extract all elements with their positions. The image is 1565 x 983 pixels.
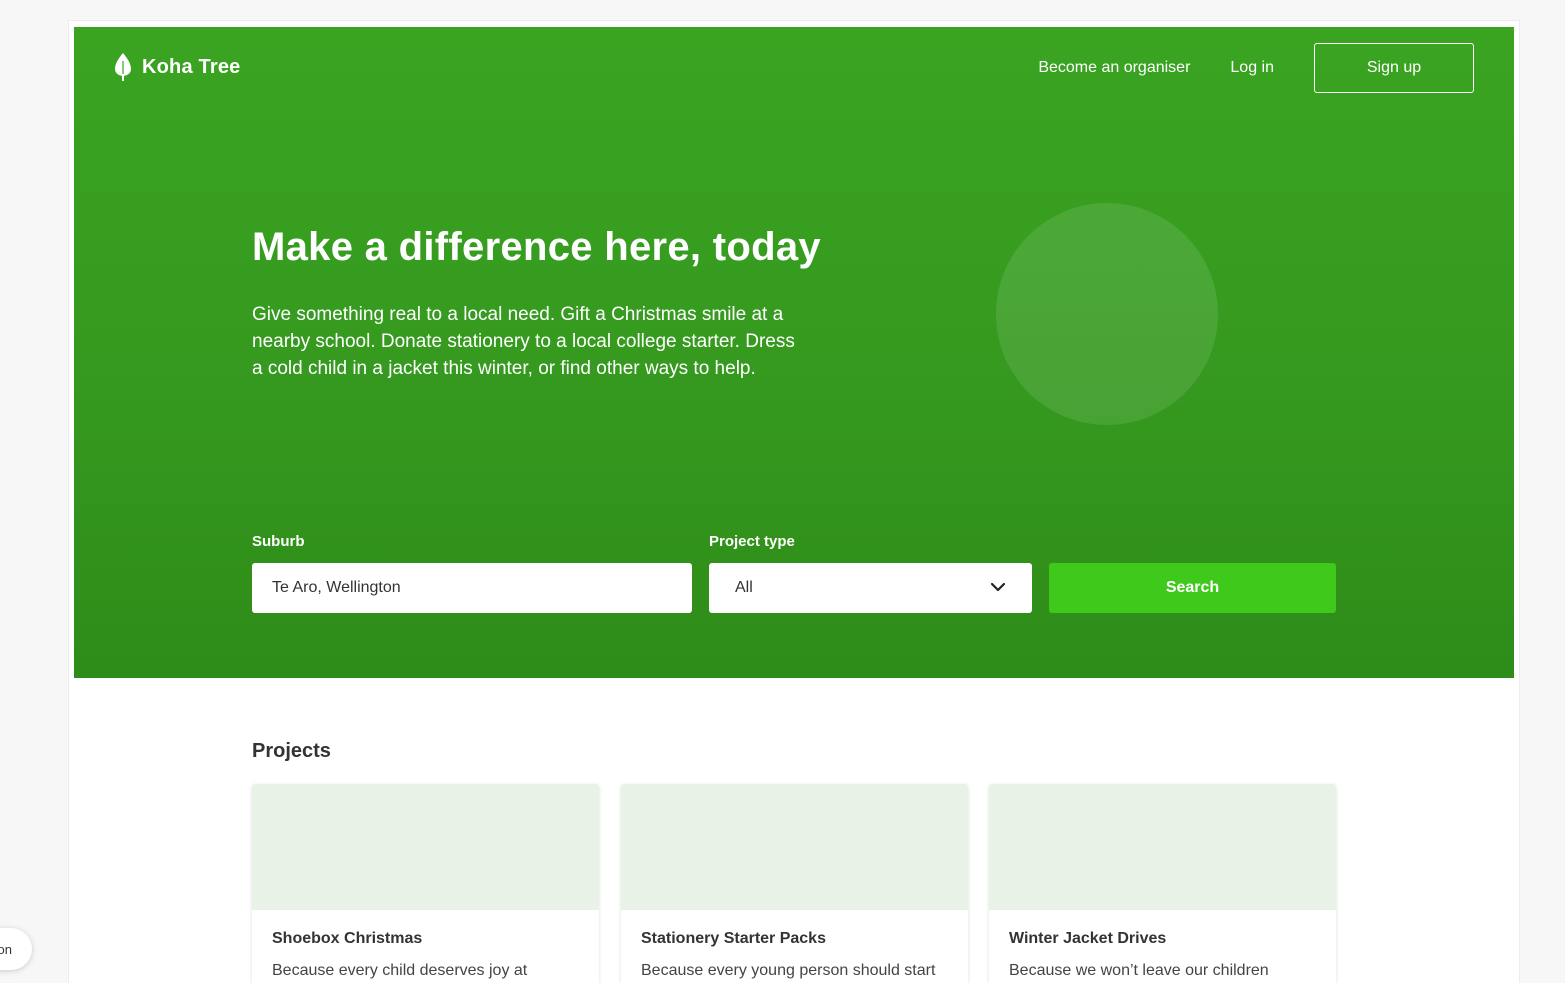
brand-logo[interactable]: Koha Tree (114, 53, 241, 81)
project-card[interactable]: Shoebox Christmas Because every child de… (252, 784, 599, 983)
leaf-icon (114, 53, 132, 81)
login-link[interactable]: Log in (1230, 59, 1274, 77)
project-card[interactable]: Winter Jacket Drives Because we won’t le… (989, 784, 1336, 983)
suburb-label: Suburb (252, 533, 305, 550)
become-organiser-link[interactable]: Become an organiser (1038, 59, 1190, 77)
side-widget-button[interactable]: on (0, 928, 32, 970)
hero-intro: Give something real to a local need. Gif… (252, 304, 795, 379)
signup-button[interactable]: Sign up (1314, 43, 1474, 93)
hero-illustration-circle (996, 203, 1218, 425)
hero-headline: Make a difference here, today (252, 225, 821, 269)
hero-section: Koha Tree Become an organiser Log in Sig… (74, 27, 1514, 678)
brand-name: Koha Tree (142, 55, 241, 78)
project-card-title: Shoebox Christmas (272, 930, 423, 947)
project-card[interactable]: Stationery Starter Packs Because every y… (621, 784, 968, 983)
top-nav: Become an organiser Log in Sign up (1038, 43, 1474, 93)
project-card-description: Because every young person should start (641, 962, 936, 979)
project-card-title: Winter Jacket Drives (1009, 930, 1167, 947)
project-card-image (252, 784, 599, 910)
project-card-title: Stationery Starter Packs (641, 930, 826, 947)
side-widget-label: on (0, 941, 12, 957)
search-button[interactable]: Search (1049, 563, 1336, 613)
project-card-description: Because we won’t leave our children (1009, 962, 1269, 979)
projects-heading: Projects (252, 740, 331, 762)
chevron-down-icon (990, 579, 1006, 597)
project-card-description: Because every child deserves joy at (272, 962, 528, 979)
project-type-value: All (735, 579, 753, 596)
project-type-select[interactable]: All (709, 563, 1032, 613)
project-card-image (989, 784, 1336, 910)
suburb-input[interactable] (252, 563, 692, 613)
project-type-label: Project type (709, 533, 795, 550)
project-card-image (621, 784, 968, 910)
